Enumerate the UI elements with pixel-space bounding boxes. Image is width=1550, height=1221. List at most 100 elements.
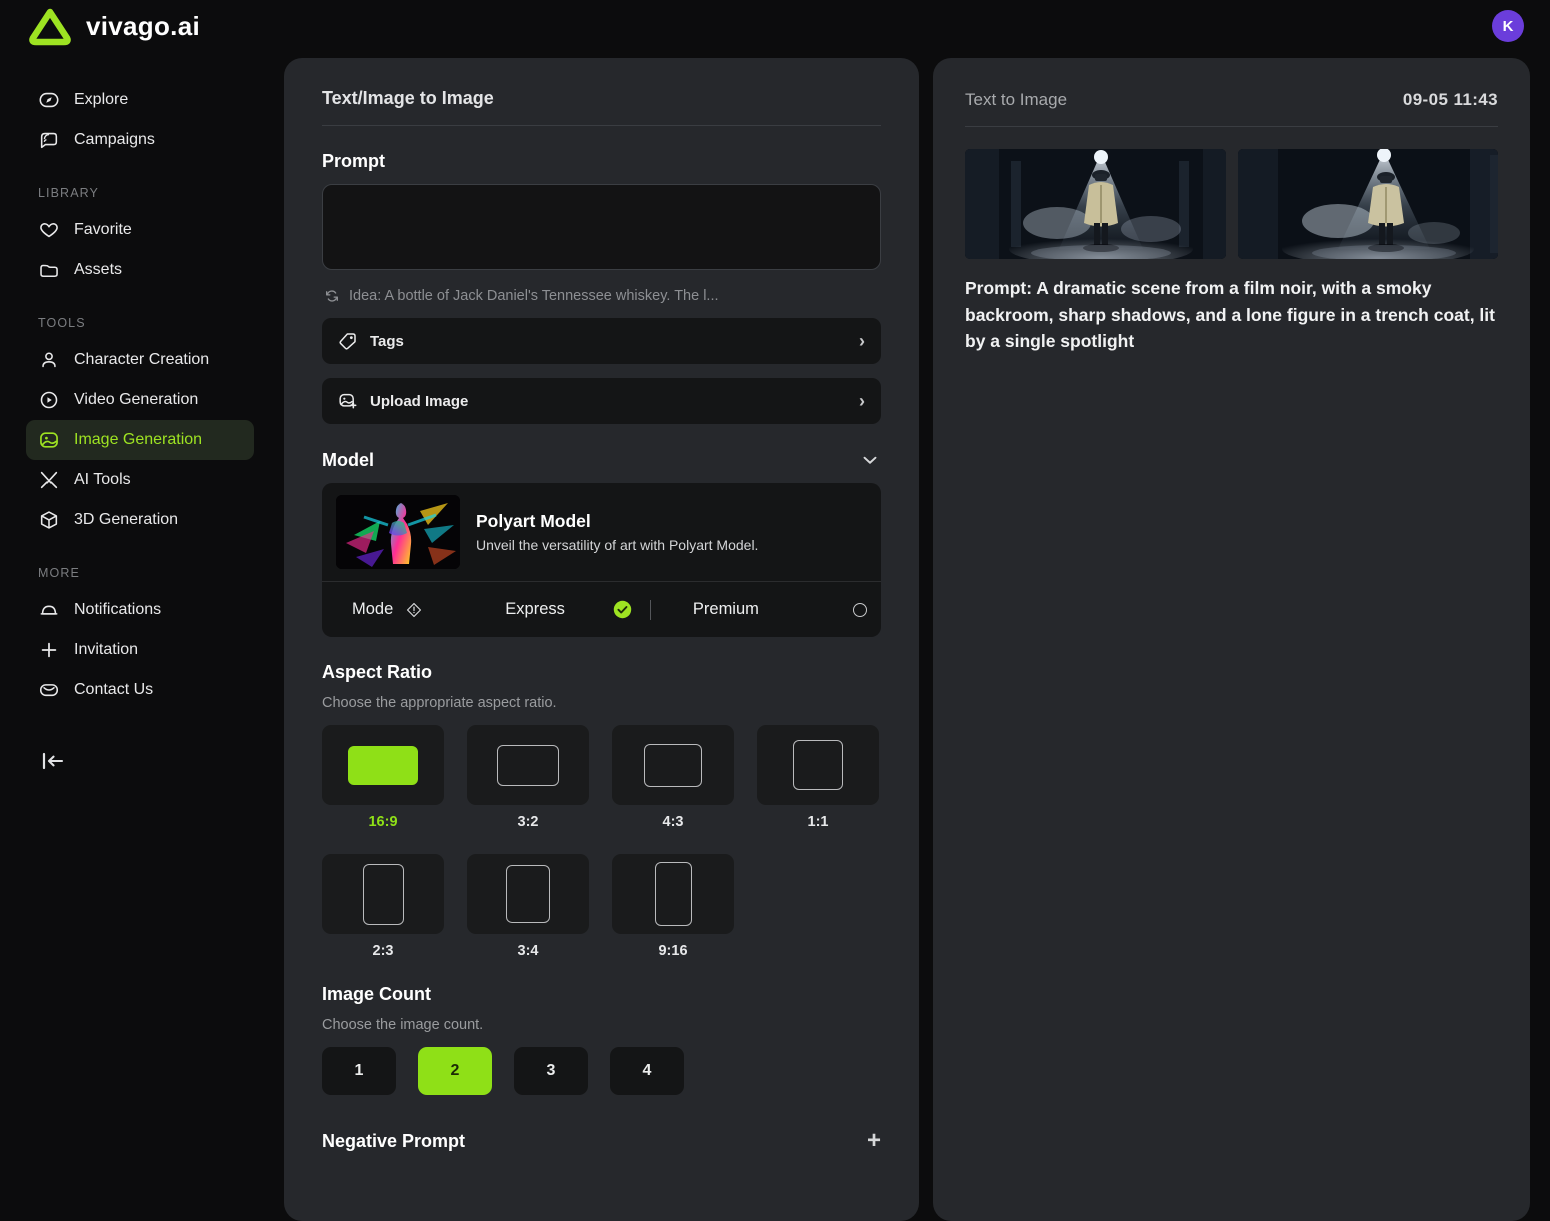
sidebar-item-label: Image Generation	[74, 431, 203, 448]
aspect-ratio-tile	[757, 725, 879, 805]
sidebar-item-notifications[interactable]: Notifications	[26, 590, 254, 630]
sidebar-item-label: Invitation	[74, 641, 139, 658]
avatar[interactable]: K	[1492, 10, 1524, 42]
aspect-ratio-tile	[612, 725, 734, 805]
upload-image-row[interactable]: Upload Image ›	[322, 378, 881, 424]
film-noir-art-1	[965, 149, 1226, 259]
page-title: Text/Image to Image	[322, 58, 881, 126]
aspect-ratio-label: 16:9	[368, 814, 398, 830]
sidebar-item-label: Video Generation	[74, 391, 199, 408]
sidebar-item-label: Contact Us	[74, 681, 154, 698]
aspect-ratio-option-3-2[interactable]: 3:2	[467, 725, 589, 830]
model-info: Polyart Model Unveil the versatility of …	[476, 511, 758, 553]
aspect-ratio-label: 3:4	[517, 943, 539, 959]
sidebar-item-character-creation[interactable]: Character Creation	[26, 340, 254, 380]
tag-icon	[339, 333, 356, 350]
sidebar-item-assets[interactable]: Assets	[26, 250, 254, 290]
negative-prompt-heading: Negative Prompt	[322, 1130, 466, 1151]
model-card-top: Polyart Model Unveil the versatility of …	[322, 483, 881, 581]
brand[interactable]: vivago.ai	[28, 6, 200, 46]
chevron-right-icon: ›	[859, 331, 865, 351]
sidebar-item-ai-tools[interactable]: AI Tools	[26, 460, 254, 500]
result-thumbnail[interactable]	[965, 149, 1226, 259]
collapse-sidebar-arrow-icon	[42, 752, 64, 770]
sidebar-item-label: Character Creation	[74, 351, 210, 368]
polyart-thumbnail-art	[336, 495, 460, 569]
generation-settings-panel: Text/Image to Image Prompt Idea: A bottl…	[284, 58, 919, 1221]
aspect-ratio-label: 2:3	[372, 943, 394, 959]
mode-row: Mode Express Premium	[322, 581, 881, 637]
sidebar: Explore Campaigns LIBRARY Favorite Asset…	[0, 58, 280, 1221]
model-description: Unveil the versatility of art with Polya…	[476, 537, 759, 553]
image-count-option-3[interactable]: 3	[514, 1047, 588, 1095]
mode-option-premium-label[interactable]: Premium	[693, 600, 759, 619]
sidebar-section-more: MORE	[38, 566, 80, 580]
aspect-ratio-label: 4:3	[662, 814, 684, 830]
tags-label: Tags	[370, 332, 404, 350]
cube-icon	[40, 511, 58, 529]
sidebar-item-campaigns[interactable]: Campaigns	[26, 120, 254, 160]
sidebar-section-library: LIBRARY	[38, 186, 99, 200]
sidebar-item-explore[interactable]: Explore	[26, 80, 254, 120]
megaphone-icon	[40, 132, 58, 149]
aspect-ratio-label: 9:16	[658, 943, 688, 959]
aspect-ratio-option-4-3[interactable]: 4:3	[612, 725, 734, 830]
image-count-option-1[interactable]: 1	[322, 1047, 396, 1095]
image-count-heading: Image Count	[322, 984, 432, 1004]
add-negative-prompt-icon[interactable]: +	[867, 1129, 881, 1153]
upload-image-label: Upload Image	[370, 392, 469, 410]
result-timestamp: 09-05 11:43	[1402, 90, 1498, 109]
aspect-ratio-shape	[793, 740, 843, 790]
result-thumbnail[interactable]	[1237, 149, 1498, 259]
model-card[interactable]: Polyart Model Unveil the versatility of …	[322, 483, 881, 637]
image-count-option-4[interactable]: 4	[610, 1047, 684, 1095]
sidebar-item-favorite[interactable]: Favorite	[26, 210, 254, 250]
info-icon[interactable]	[405, 601, 423, 619]
prompt-input[interactable]	[322, 184, 881, 270]
sidebar-item-3d-generation[interactable]: 3D Generation	[26, 500, 254, 540]
result-thumbnails	[965, 149, 1498, 259]
heart-icon	[40, 223, 58, 238]
image-count-option-2[interactable]: 2	[418, 1047, 492, 1095]
sidebar-item-contact-us[interactable]: Contact Us	[26, 670, 254, 710]
tags-row[interactable]: Tags ›	[322, 318, 881, 364]
aspect-ratio-option-2-3[interactable]: 2:3	[322, 854, 444, 959]
aspect-ratio-shape	[348, 745, 418, 785]
aspect-ratio-tile	[612, 854, 734, 934]
aspect-ratio-option-9-16[interactable]: 9:16	[612, 854, 734, 959]
aspect-ratio-tile	[467, 854, 589, 934]
tools-icon	[40, 471, 58, 489]
compass-icon	[39, 92, 59, 108]
sidebar-section-tools: TOOLS	[38, 316, 86, 330]
mode-option-express-label[interactable]: Express	[505, 600, 565, 619]
idea-text: Idea: A bottle of Jack Daniel's Tennesse…	[349, 288, 719, 304]
aspect-ratio-option-3-4[interactable]: 3:4	[467, 854, 589, 959]
aspect-ratio-tile	[322, 725, 444, 805]
top-bar: vivago.ai K	[0, 0, 1550, 52]
result-prompt-text: Prompt: A dramatic scene from a film noi…	[965, 278, 1495, 352]
aspect-ratio-option-16-9[interactable]: 16:9	[322, 725, 444, 830]
aspect-ratio-shape	[644, 743, 702, 787]
chevron-down-icon[interactable]	[859, 449, 881, 471]
prompt-heading: Prompt	[322, 151, 385, 171]
chevron-right-icon: ›	[859, 391, 865, 411]
sidebar-item-invitation[interactable]: Invitation	[26, 630, 254, 670]
aspect-ratio-grid: 16:9 3:2 4:3 1:1 2:3 3:4 9:16	[322, 725, 881, 959]
model-heading-row[interactable]: Model	[322, 449, 881, 471]
idea-suggestion[interactable]: Idea: A bottle of Jack Daniel's Tennesse…	[324, 288, 881, 304]
mail-icon	[39, 684, 59, 697]
sidebar-item-video-generation[interactable]: Video Generation	[26, 380, 254, 420]
sidebar-item-image-generation[interactable]: Image Generation	[26, 420, 254, 460]
mode-label: Mode	[352, 600, 394, 618]
app-root: vivago.ai K Explore Campaigns LIBRARY Fa…	[0, 0, 1550, 1221]
premium-unselected-radio-icon[interactable]	[853, 602, 867, 617]
aspect-ratio-option-1-1[interactable]: 1:1	[757, 725, 879, 830]
image-upload-icon	[339, 393, 357, 409]
aspect-ratio-tile	[322, 854, 444, 934]
sidebar-item-label: 3D Generation	[74, 511, 179, 528]
aspect-ratio-subtitle: Choose the appropriate aspect ratio.	[322, 695, 557, 711]
negative-prompt-row[interactable]: Negative Prompt +	[322, 1129, 881, 1153]
express-selected-check-icon[interactable]	[613, 600, 632, 619]
collapse-sidebar-icon[interactable]	[40, 746, 70, 776]
film-noir-art-2	[1237, 149, 1498, 259]
